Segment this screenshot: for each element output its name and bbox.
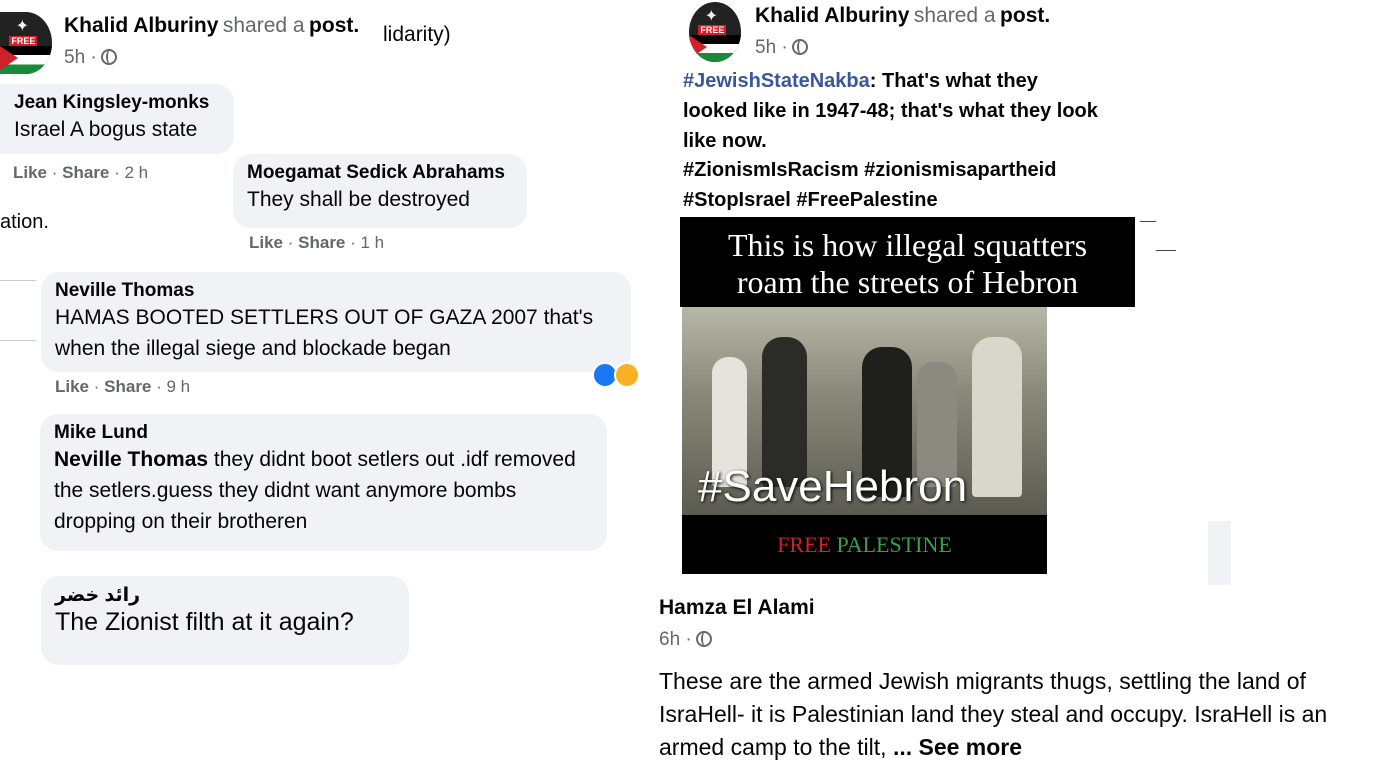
headline-line-2: roam the streets of Hebron — [736, 264, 1079, 300]
avatar-badge: FREE — [698, 24, 727, 35]
comment-actions: Like · Share · 2 h — [13, 163, 149, 182]
post-header: Khalid Alburiny shared a post. — [755, 4, 1050, 28]
comment-author[interactable]: رائد خضر — [55, 584, 395, 607]
post-link[interactable]: post. — [309, 14, 359, 37]
headline-line-1: This is how illegal squatters — [727, 227, 1088, 263]
timestamp[interactable]: 5h · — [64, 47, 97, 68]
cut-text: lidarity) — [383, 23, 451, 46]
cut-text-fragment: ation. — [0, 211, 49, 233]
comment-author[interactable]: Jean Kingsley-monks — [14, 92, 220, 114]
comment-author[interactable]: Moegamat Sedick Abrahams — [247, 162, 513, 184]
mention-link[interactable]: Neville Thomas — [54, 448, 208, 471]
globe-icon — [101, 49, 118, 65]
free-palestine-banner: FREE PALESTINE — [682, 515, 1047, 574]
palestine-text: PALESTINE — [836, 532, 952, 557]
post-image[interactable]: This is how illegal squatters roam the s… — [680, 217, 1135, 574]
see-more-link[interactable]: ... See more — [893, 734, 1022, 760]
timestamp[interactable]: 5h · — [755, 37, 788, 58]
share-button[interactable]: Share — [62, 163, 109, 182]
globe-icon — [792, 39, 809, 55]
like-button[interactable]: Like — [249, 233, 283, 252]
comment-time[interactable]: · 9 h — [156, 377, 190, 396]
comment-text: The Zionist filth at it again? — [55, 608, 354, 636]
post-text: These are the armed Jewish migrants thug… — [659, 665, 1379, 764]
figure — [972, 337, 1022, 497]
post-header: Khalid Alburiny shared a post. — [64, 14, 359, 38]
comment-author[interactable]: Mike Lund — [54, 422, 593, 444]
globe-icon — [696, 631, 713, 647]
avatar-badge: FREE — [9, 35, 38, 46]
author-name[interactable]: Hamza El Alami — [659, 596, 815, 620]
bird-icon: ✦ — [15, 17, 29, 35]
avatar[interactable]: ✦ FREE — [0, 12, 52, 74]
shared-text: shared a — [913, 4, 996, 27]
comment-bubble: Jean Kingsley-monks Israel A bogus state — [0, 84, 234, 154]
hashtag-link[interactable]: #JewishStateNakba — [683, 70, 870, 92]
post-time: 5h · — [755, 37, 809, 59]
author-name[interactable]: Khalid Alburiny — [755, 4, 909, 27]
hashtag-link[interactable]: #ZionismIsRacism #zionismisapartheid — [683, 155, 1056, 185]
palestine-flag-icon — [689, 35, 741, 62]
comment-author[interactable]: Neville Thomas — [55, 280, 617, 302]
hashtag-link[interactable]: #StopIsrael #FreePalestine — [683, 185, 938, 215]
author-name[interactable]: Khalid Alburiny — [64, 14, 218, 37]
like-button[interactable]: Like — [55, 377, 89, 396]
post-text: #JewishStateNakba: That's what they look… — [683, 66, 1103, 156]
comment-text: They shall be destroyed — [247, 188, 470, 211]
bird-icon: ✦ — [704, 7, 718, 25]
comment-actions: Like · Share · 9 h — [55, 377, 191, 396]
shared-text: shared a — [222, 14, 305, 37]
divider — [1140, 221, 1156, 222]
divider — [0, 280, 36, 281]
comment-bubble: Neville Thomas HAMAS BOOTED SETTLERS OUT… — [41, 272, 631, 372]
save-hebron-hashtag: #SaveHebron — [698, 462, 968, 511]
comment-time[interactable]: · 1 h — [350, 233, 384, 252]
timestamp[interactable]: 6h · — [659, 629, 692, 650]
comment-text: Neville Thomas they didnt boot setlers o… — [54, 444, 593, 537]
like-button[interactable]: Like — [13, 163, 47, 182]
comment-text: HAMAS BOOTED SETTLERS OUT OF GAZA 2007 t… — [55, 306, 594, 360]
haha-reaction-icon[interactable] — [614, 362, 640, 388]
free-text: FREE — [777, 532, 831, 557]
post-link[interactable]: post. — [1000, 4, 1050, 27]
headline-box: This is how illegal squatters roam the s… — [680, 217, 1135, 307]
post-time: 5h · — [64, 47, 118, 69]
share-button[interactable]: Share — [104, 377, 151, 396]
post-time: 6h · — [659, 629, 713, 651]
comment-text: Israel A bogus state — [14, 118, 198, 141]
comment-bubble: Moegamat Sedick Abrahams They shall be d… — [233, 154, 527, 228]
divider — [1156, 250, 1176, 251]
comment-time[interactable]: · 2 h — [114, 163, 148, 182]
palestine-flag-icon — [0, 46, 52, 74]
comment-bubble: Mike Lund Neville Thomas they didnt boot… — [40, 414, 607, 551]
image-placeholder — [1208, 521, 1231, 585]
comment-actions: Like · Share · 1 h — [249, 233, 385, 252]
divider — [0, 340, 36, 341]
comment-bubble: رائد خضر The Zionist filth at it again? — [41, 576, 409, 665]
avatar[interactable]: ✦ FREE — [689, 2, 741, 62]
share-button[interactable]: Share — [298, 233, 345, 252]
